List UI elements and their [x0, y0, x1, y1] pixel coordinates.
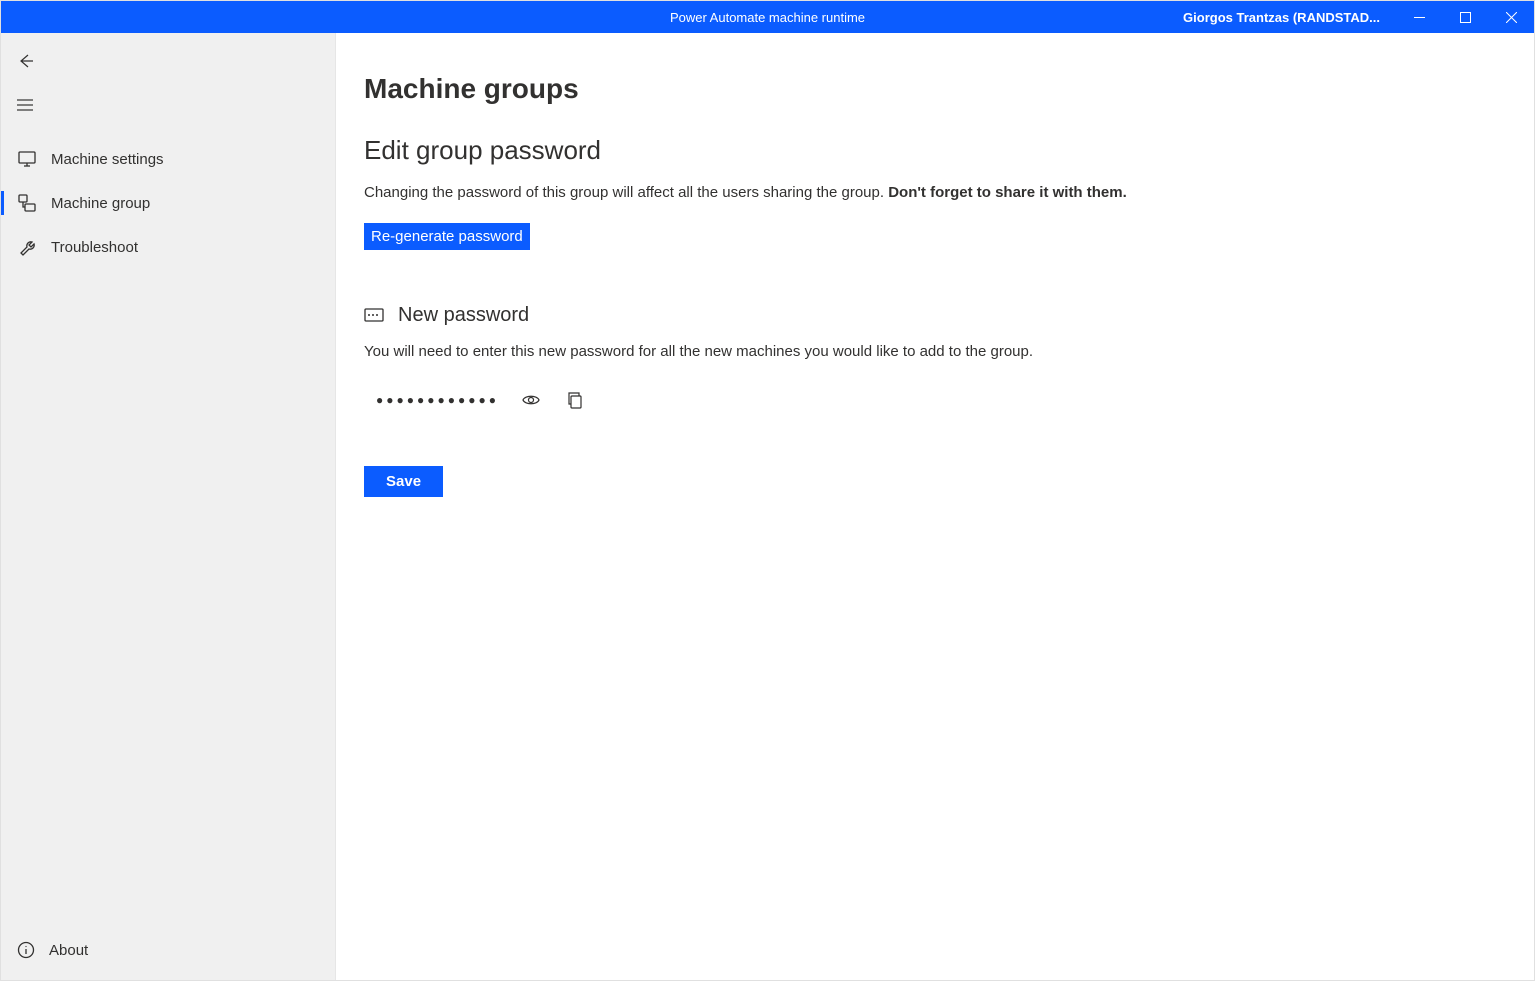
reveal-password-button[interactable] — [519, 388, 543, 412]
nav-label: Machine settings — [51, 151, 164, 168]
nav-item-troubleshoot[interactable]: Troubleshoot — [1, 225, 335, 269]
close-icon — [1506, 12, 1517, 23]
section-description-text: Changing the password of this group will… — [364, 184, 888, 201]
monitor-icon — [17, 149, 37, 169]
password-row: ●●●●●●●●●●●● — [364, 388, 1494, 412]
sidebar: Machine settings Machine group Troublesh… — [1, 33, 336, 980]
main-content: Machine groups Edit group password Chang… — [336, 33, 1534, 980]
machine-group-icon — [17, 193, 37, 213]
close-button[interactable] — [1488, 1, 1534, 33]
password-value-masked: ●●●●●●●●●●●● — [376, 393, 499, 407]
app-window: Power Automate machine runtime Giorgos T… — [0, 0, 1535, 981]
maximize-icon — [1460, 12, 1471, 23]
nav-label: Troubleshoot — [51, 239, 138, 256]
nav-item-machine-group[interactable]: Machine group — [1, 181, 335, 225]
titlebar: Power Automate machine runtime Giorgos T… — [1, 1, 1534, 33]
new-password-header: New password — [364, 304, 1494, 327]
section-description-bold: Don't forget to share it with them. — [888, 184, 1127, 201]
save-button[interactable]: Save — [364, 466, 443, 497]
minimize-button[interactable] — [1396, 1, 1442, 33]
section-description: Changing the password of this group will… — [364, 184, 1494, 201]
page-title: Machine groups — [364, 73, 1494, 105]
nav-label: Machine group — [51, 195, 150, 212]
nav-item-machine-settings[interactable]: Machine settings — [1, 137, 335, 181]
password-field-icon — [364, 308, 384, 324]
back-arrow-icon — [16, 52, 34, 70]
new-password-description: You will need to enter this new password… — [364, 343, 1494, 360]
menu-toggle-button[interactable] — [1, 83, 49, 127]
maximize-button[interactable] — [1442, 1, 1488, 33]
back-button[interactable] — [1, 39, 49, 83]
eye-icon — [521, 390, 541, 410]
copy-icon — [565, 390, 585, 410]
wrench-icon — [17, 237, 37, 257]
copy-password-button[interactable] — [563, 388, 587, 412]
minimize-icon — [1414, 12, 1425, 23]
user-name-label[interactable]: Giorgos Trantzas (RANDSTAD... — [1183, 10, 1380, 25]
section-title: Edit group password — [364, 135, 1494, 166]
nav-list: Machine settings Machine group Troublesh… — [1, 137, 335, 269]
hamburger-icon — [16, 96, 34, 114]
info-icon — [17, 941, 35, 959]
new-password-title: New password — [398, 304, 529, 327]
about-label: About — [49, 942, 88, 959]
regenerate-password-button[interactable]: Re-generate password — [364, 223, 530, 250]
about-button[interactable]: About — [1, 930, 335, 970]
